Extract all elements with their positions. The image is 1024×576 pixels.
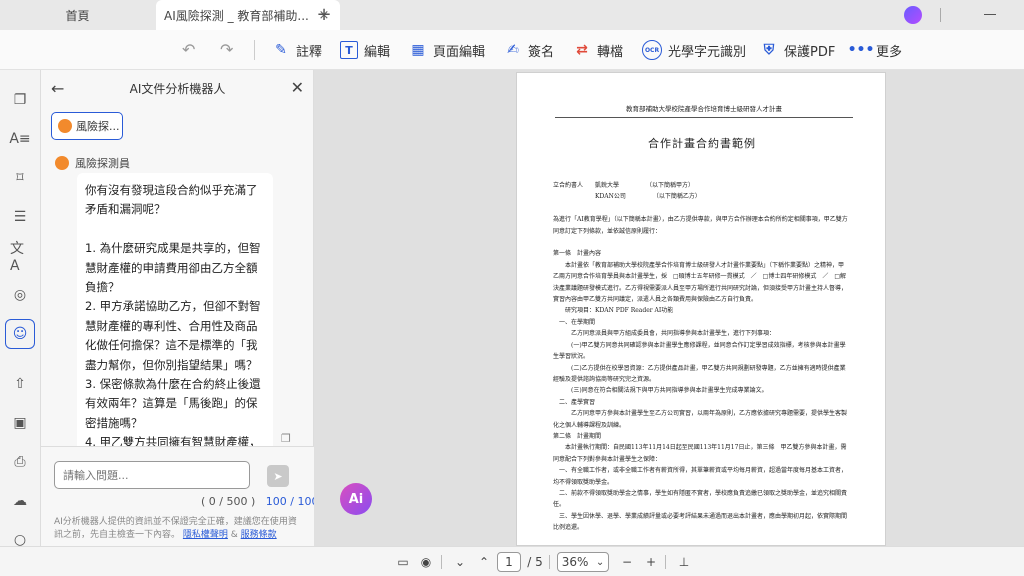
ocr-button[interactable]: OCR 光學字元識別	[642, 30, 746, 70]
more-label: 更多	[876, 44, 903, 60]
edit-label: 編輯	[364, 44, 391, 60]
bottom-bar: ▭ ◉ ⌄ ⌃ 1 / 5 36% ⌄ − + ⊥	[0, 546, 1024, 576]
left-sidebar-rail: ❐ A≡ ⌑ ☰ 文A ◎ ☺ ⇧ ▣ ⎙ ☁ ○	[0, 70, 41, 548]
back-arrow-icon[interactable]: ←	[51, 79, 64, 98]
risk-bot-icon	[58, 119, 72, 133]
total-pages: / 5	[527, 555, 543, 569]
more-icon: •••	[847, 42, 875, 58]
divider	[940, 8, 941, 22]
comment-label: 註釋	[296, 44, 323, 60]
page-number-input[interactable]: 1	[497, 552, 521, 572]
ai-account-icon[interactable]	[904, 6, 922, 24]
more-button[interactable]: ••• 更多	[847, 30, 903, 70]
divider	[549, 555, 550, 569]
sign-label: 簽名	[528, 44, 555, 60]
send-button[interactable]: ➤	[267, 465, 289, 487]
bot-identity: 風險探測員	[55, 155, 130, 171]
new-tab-button[interactable]: +	[314, 5, 334, 25]
usage-counter: ( 0 / 500 ) 100 / 100	[201, 495, 318, 508]
privacy-link[interactable]: 隱私權聲明	[183, 530, 228, 540]
pen-icon: ✎	[275, 42, 287, 58]
share-icon[interactable]: ⇧	[10, 374, 30, 394]
undo-icon[interactable]: ↶	[182, 40, 195, 59]
text-edit-icon: T	[340, 41, 358, 59]
ai-analysis-panel: ← AI文件分析機器人 ✕ 風險探... 風險探測員 你有沒有發現這段合約似乎充…	[41, 70, 318, 546]
print-icon[interactable]: ⎙	[10, 452, 30, 472]
edit-button[interactable]: T 編輯	[340, 30, 390, 70]
comment-button[interactable]: ✎ 註釋	[272, 30, 322, 70]
tab-document[interactable]: AI風險探測 _ 教育部補助... ×	[156, 0, 340, 30]
page-edit-button[interactable]: ▦ 頁面編輯	[409, 30, 485, 70]
disclaimer: AI分析機器人提供的資訊並不保證完全正確，建議您在使用資訊之前，先自主檢查一下內…	[54, 516, 304, 542]
tab-home[interactable]: 首頁	[0, 0, 155, 30]
doc-header: 教育部補助大學校院產學合作培育博士級研發人才計畫	[555, 103, 853, 118]
ai-panel-title: AI文件分析機器人	[129, 81, 226, 96]
protect-pdf-button[interactable]: ⛨ 保護PDF	[760, 30, 836, 70]
grid-icon: ▦	[411, 42, 425, 58]
pdf-page[interactable]: 教育部補助大學校院產學合作培育博士級研發人才計畫 合作計畫合約書範例 立合約書人…	[516, 72, 886, 546]
zoom-value: 36%	[561, 555, 589, 569]
chevron-down-icon: ⌄	[595, 556, 605, 568]
fit-page-icon[interactable]: ⊥	[676, 554, 692, 570]
char-counter: ( 0 / 500 )	[201, 495, 256, 508]
page-edit-label: 頁面編輯	[433, 44, 486, 60]
ai-floating-button[interactable]: Ai	[340, 483, 372, 515]
zoom-in-icon[interactable]: +	[643, 554, 659, 570]
bookmark-icon[interactable]: ⌑	[10, 168, 30, 188]
chevron-down-icon[interactable]: ⌄	[452, 554, 468, 570]
bot-name: 風險探測員	[75, 157, 130, 170]
question-input[interactable]	[54, 461, 250, 489]
chevron-up-icon[interactable]: ⌃	[476, 554, 492, 570]
text-icon[interactable]: A≡	[9, 129, 30, 149]
tab-bar: 首頁 AI風險探測 _ 教育部補助... × +	[0, 0, 1024, 30]
ocr-rail-icon[interactable]: ◎	[10, 285, 30, 305]
link-separator: &	[227, 530, 241, 540]
convert-label: 轉檔	[597, 44, 624, 60]
translate-icon[interactable]: 文A	[10, 241, 30, 274]
signature-icon: ✍	[507, 42, 519, 58]
convert-button[interactable]: ⇄ 轉檔	[573, 30, 623, 70]
minimize-icon[interactable]	[984, 14, 996, 15]
doc-body: 立合約書人 凱銳大學 （以下簡稱甲方） KDAN公司 （以下簡稱乙方） 為進行「…	[553, 182, 848, 532]
protect-label: 保護PDF	[784, 44, 836, 60]
pages-icon[interactable]: ❐	[10, 90, 30, 110]
ocr-icon: OCR	[642, 40, 662, 60]
doc-title: 合作計畫合約書範例	[648, 137, 756, 150]
toolbar: ↶ ↷ ✎ 註釋 T 編輯 ▦ 頁面編輯 ✍ 簽名 ⇄ 轉檔 OCR 光學字元識…	[0, 30, 1024, 70]
cloud-upload-icon[interactable]: ☁	[10, 491, 30, 511]
divider	[665, 555, 666, 569]
chip-label: 風險探...	[76, 120, 120, 133]
list-icon[interactable]: ☰	[10, 207, 30, 227]
terms-link[interactable]: 服務條款	[241, 530, 277, 540]
quota-counter: 100 / 100	[265, 495, 319, 508]
divider	[254, 40, 255, 60]
save-icon[interactable]: ▣	[10, 413, 30, 433]
risk-bot-avatar-icon	[55, 156, 69, 170]
zoom-select[interactable]: 36% ⌄	[557, 552, 609, 572]
send-icon: ➤	[273, 469, 283, 483]
redo-icon[interactable]: ↷	[220, 40, 233, 59]
divider	[441, 555, 442, 569]
ai-bot-icon[interactable]: ☺	[5, 319, 35, 349]
tab-document-label: AI風險探測 _ 教育部補助...	[164, 8, 309, 23]
tab-home-label: 首頁	[65, 8, 90, 23]
view-mode-icon[interactable]: ▭	[395, 554, 411, 570]
eye-icon[interactable]: ◉	[418, 554, 434, 570]
copy-icon[interactable]: ❐	[281, 432, 291, 445]
convert-icon: ⇄	[576, 42, 588, 58]
ai-input-area: ➤ ( 0 / 500 ) 100 / 100 AI分析機器人提供的資訊並不保證…	[41, 446, 318, 546]
shield-icon: ⛨	[763, 42, 775, 58]
ocr-label: 光學字元識別	[668, 44, 747, 60]
ai-panel-header: ← AI文件分析機器人 ✕	[41, 70, 314, 106]
sign-button[interactable]: ✍ 簽名	[504, 30, 554, 70]
zoom-out-icon[interactable]: −	[619, 554, 635, 570]
close-icon[interactable]: ✕	[291, 78, 304, 97]
risk-detector-chip[interactable]: 風險探...	[51, 112, 123, 140]
